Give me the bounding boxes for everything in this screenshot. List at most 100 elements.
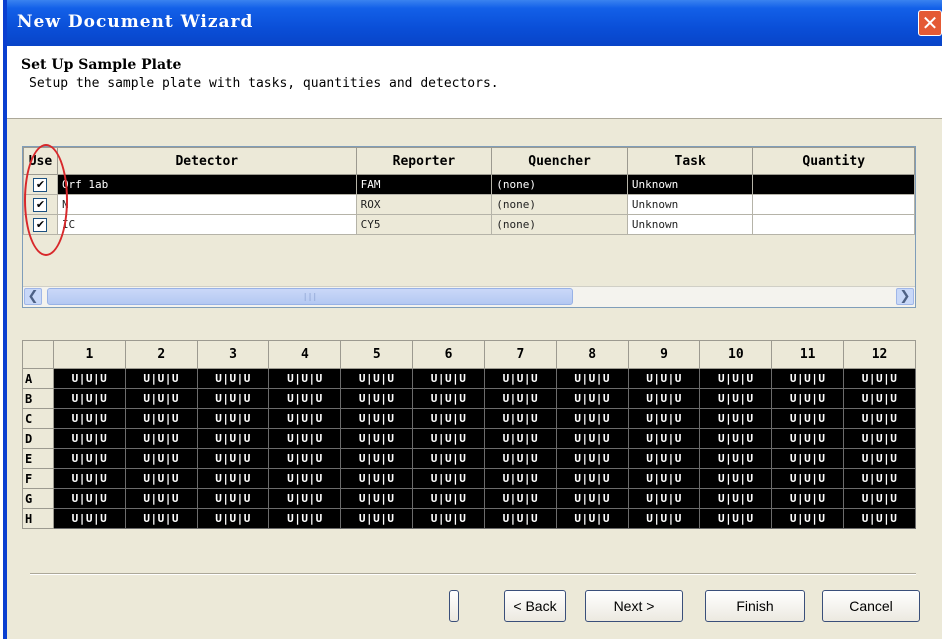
plate-well[interactable]: U|U|U bbox=[124, 468, 198, 489]
plate-well[interactable]: U|U|U bbox=[340, 368, 414, 389]
reporter-cell[interactable]: FAM bbox=[355, 174, 493, 195]
column-header-use[interactable]: Use bbox=[23, 147, 58, 175]
plate-row-header[interactable]: D bbox=[22, 428, 54, 449]
plate-well[interactable]: U|U|U bbox=[124, 428, 198, 449]
reporter-cell[interactable]: CY5 bbox=[355, 214, 493, 235]
quantity-cell[interactable] bbox=[752, 214, 915, 235]
plate-well[interactable]: U|U|U bbox=[483, 388, 557, 409]
plate-well[interactable]: U|U|U bbox=[699, 508, 773, 529]
plate-well[interactable]: U|U|U bbox=[483, 368, 557, 389]
column-header-task[interactable]: Task bbox=[626, 147, 754, 175]
plate-well[interactable]: U|U|U bbox=[196, 448, 270, 469]
plate-well[interactable]: U|U|U bbox=[53, 368, 126, 389]
plate-corner[interactable] bbox=[22, 340, 54, 369]
detector-cell[interactable]: IC bbox=[56, 214, 357, 235]
plate-well[interactable]: U|U|U bbox=[196, 508, 270, 529]
column-header-reporter[interactable]: Reporter bbox=[355, 147, 493, 175]
plate-well[interactable]: U|U|U bbox=[483, 488, 557, 509]
plate-well[interactable]: U|U|U bbox=[627, 468, 701, 489]
plate-well[interactable]: U|U|U bbox=[627, 508, 701, 529]
plate-well[interactable]: U|U|U bbox=[771, 428, 845, 449]
plate-well[interactable]: U|U|U bbox=[555, 408, 629, 429]
use-checkbox[interactable]: ✔ bbox=[33, 177, 48, 192]
plate-well[interactable]: U|U|U bbox=[627, 488, 701, 509]
plate-column-header[interactable]: 5 bbox=[340, 340, 414, 369]
use-checkbox[interactable]: ✔ bbox=[33, 217, 48, 232]
plate-well[interactable]: U|U|U bbox=[268, 428, 342, 449]
plate-well[interactable]: U|U|U bbox=[699, 488, 773, 509]
plate-well[interactable]: U|U|U bbox=[555, 368, 629, 389]
plate-well[interactable]: U|U|U bbox=[771, 468, 845, 489]
plate-column-header[interactable]: 9 bbox=[627, 340, 701, 369]
plate-well[interactable]: U|U|U bbox=[53, 448, 126, 469]
plate-well[interactable]: U|U|U bbox=[699, 388, 773, 409]
plate-column-header[interactable]: 3 bbox=[196, 340, 270, 369]
help-button[interactable] bbox=[449, 590, 459, 622]
plate-well[interactable]: U|U|U bbox=[483, 408, 557, 429]
plate-well[interactable]: U|U|U bbox=[699, 368, 773, 389]
column-header-quencher[interactable]: Quencher bbox=[491, 147, 628, 175]
plate-well[interactable]: U|U|U bbox=[124, 388, 198, 409]
plate-well[interactable]: U|U|U bbox=[196, 408, 270, 429]
plate-well[interactable]: U|U|U bbox=[412, 448, 485, 469]
plate-well[interactable]: U|U|U bbox=[412, 408, 485, 429]
detector-row[interactable]: ✔ Orf 1ab FAM (none) Unknown bbox=[23, 174, 915, 195]
plate-well[interactable]: U|U|U bbox=[412, 368, 485, 389]
plate-well[interactable]: U|U|U bbox=[699, 448, 773, 469]
plate-well[interactable]: U|U|U bbox=[340, 388, 414, 409]
plate-well[interactable]: U|U|U bbox=[196, 428, 270, 449]
detector-row[interactable]: ✔ IC CY5 (none) Unknown bbox=[23, 214, 915, 235]
plate-well[interactable]: U|U|U bbox=[771, 508, 845, 529]
plate-well[interactable]: U|U|U bbox=[843, 408, 916, 429]
plate-well[interactable]: U|U|U bbox=[843, 388, 916, 409]
plate-well[interactable]: U|U|U bbox=[627, 408, 701, 429]
quantity-cell[interactable] bbox=[752, 194, 915, 215]
plate-well[interactable]: U|U|U bbox=[627, 368, 701, 389]
plate-well[interactable]: U|U|U bbox=[53, 488, 126, 509]
plate-well[interactable]: U|U|U bbox=[124, 408, 198, 429]
next-button[interactable]: Next > bbox=[585, 590, 683, 622]
plate-well[interactable]: U|U|U bbox=[340, 408, 414, 429]
plate-well[interactable]: U|U|U bbox=[196, 468, 270, 489]
plate-well[interactable]: U|U|U bbox=[843, 508, 916, 529]
plate-well[interactable]: U|U|U bbox=[196, 488, 270, 509]
plate-well[interactable]: U|U|U bbox=[699, 408, 773, 429]
plate-well[interactable]: U|U|U bbox=[412, 488, 485, 509]
plate-well[interactable]: U|U|U bbox=[843, 448, 916, 469]
plate-well[interactable]: U|U|U bbox=[771, 368, 845, 389]
plate-well[interactable]: U|U|U bbox=[268, 388, 342, 409]
task-cell[interactable]: Unknown bbox=[626, 214, 754, 235]
plate-well[interactable]: U|U|U bbox=[412, 508, 485, 529]
plate-well[interactable]: U|U|U bbox=[340, 448, 414, 469]
plate-well[interactable]: U|U|U bbox=[268, 488, 342, 509]
plate-well[interactable]: U|U|U bbox=[340, 488, 414, 509]
plate-column-header[interactable]: 7 bbox=[483, 340, 557, 369]
plate-row-header[interactable]: C bbox=[22, 408, 54, 429]
plate-well[interactable]: U|U|U bbox=[412, 388, 485, 409]
plate-well[interactable]: U|U|U bbox=[555, 388, 629, 409]
plate-well[interactable]: U|U|U bbox=[412, 428, 485, 449]
plate-well[interactable]: U|U|U bbox=[483, 428, 557, 449]
plate-row-header[interactable]: A bbox=[22, 368, 54, 389]
plate-row-header[interactable]: F bbox=[22, 468, 54, 489]
plate-column-header[interactable]: 4 bbox=[268, 340, 342, 369]
plate-well[interactable]: U|U|U bbox=[196, 368, 270, 389]
cancel-button[interactable]: Cancel bbox=[822, 590, 920, 622]
scroll-thumb[interactable]: ||| bbox=[47, 288, 573, 305]
plate-well[interactable]: U|U|U bbox=[699, 428, 773, 449]
plate-well[interactable]: U|U|U bbox=[412, 468, 485, 489]
plate-column-header[interactable]: 1 bbox=[53, 340, 126, 369]
plate-column-header[interactable]: 11 bbox=[771, 340, 845, 369]
plate-well[interactable]: U|U|U bbox=[483, 448, 557, 469]
finish-button[interactable]: Finish bbox=[705, 590, 805, 622]
plate-well[interactable]: U|U|U bbox=[483, 508, 557, 529]
plate-well[interactable]: U|U|U bbox=[627, 428, 701, 449]
plate-row-header[interactable]: G bbox=[22, 488, 54, 509]
plate-column-header[interactable]: 10 bbox=[699, 340, 773, 369]
plate-well[interactable]: U|U|U bbox=[124, 508, 198, 529]
plate-well[interactable]: U|U|U bbox=[268, 368, 342, 389]
column-header-quantity[interactable]: Quantity bbox=[752, 147, 915, 175]
plate-well[interactable]: U|U|U bbox=[268, 408, 342, 429]
quencher-cell[interactable]: (none) bbox=[491, 214, 628, 235]
scroll-left-icon[interactable]: ❮ bbox=[24, 288, 42, 305]
